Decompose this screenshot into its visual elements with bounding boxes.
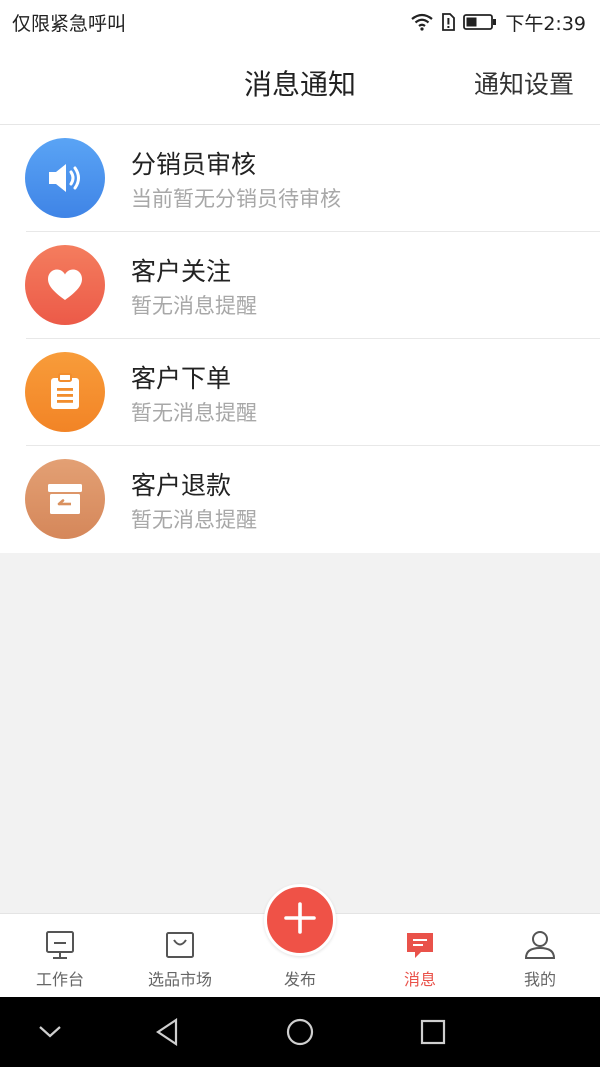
monitor-icon (40, 928, 80, 962)
sim-alert-icon (441, 13, 456, 31)
tab-workbench[interactable]: 工作台 (0, 914, 120, 998)
status-time: 下午2:39 (505, 12, 586, 35)
heart-icon (25, 245, 105, 325)
shopping-bag-icon (160, 928, 200, 962)
notification-title: 分销员审核 (131, 150, 257, 179)
home-icon[interactable] (280, 1012, 320, 1052)
user-icon (520, 928, 560, 962)
notification-settings-button[interactable]: 通知设置 (474, 44, 574, 125)
refund-box-icon (25, 459, 105, 539)
app-header: 消息通知 通知设置 (0, 44, 600, 125)
notification-list: 分销员审核 当前暂无分销员待审核 客户关注 暂无消息提醒 客户下单 暂无消息提醒 (0, 125, 600, 553)
recents-icon[interactable] (413, 1012, 453, 1052)
notification-subtitle: 暂无消息提醒 (131, 508, 257, 532)
notification-title: 客户下单 (131, 364, 232, 393)
notification-subtitle: 暂无消息提醒 (131, 401, 257, 425)
notification-subtitle: 当前暂无分销员待审核 (131, 187, 341, 211)
tab-label: 我的 (523, 970, 556, 989)
clipboard-icon (25, 352, 105, 432)
carrier-text: 仅限紧急呼叫 (12, 12, 127, 35)
chevron-down-icon[interactable] (30, 1012, 70, 1052)
battery-icon (463, 13, 497, 31)
plus-icon (282, 900, 318, 940)
status-icons: 下午2:39 (411, 9, 586, 36)
notification-title: 客户关注 (131, 257, 232, 286)
tab-messages[interactable]: 消息 (360, 914, 480, 998)
notification-title: 客户退款 (131, 471, 232, 500)
message-icon (400, 928, 440, 962)
system-navigation-bar (0, 997, 600, 1067)
back-icon[interactable] (147, 1012, 187, 1052)
tab-label: 工作台 (35, 970, 84, 989)
notification-item-customer-refund[interactable]: 客户退款 暂无消息提醒 (0, 446, 600, 553)
notification-item-distributor-review[interactable]: 分销员审核 当前暂无分销员待审核 (0, 125, 600, 232)
tab-profile[interactable]: 我的 (480, 914, 600, 998)
status-bar: 仅限紧急呼叫 下午2:39 (0, 0, 600, 44)
wifi-icon (411, 13, 434, 31)
speaker-icon (25, 138, 105, 218)
tab-product-market[interactable]: 选品市场 (120, 914, 240, 998)
tab-label: 选品市场 (147, 970, 212, 989)
tab-label: 消息 (403, 970, 436, 989)
notification-item-customer-follow[interactable]: 客户关注 暂无消息提醒 (0, 232, 600, 339)
notification-subtitle: 暂无消息提醒 (131, 294, 257, 318)
publish-button[interactable] (264, 884, 336, 956)
tab-label: 发布 (283, 970, 316, 989)
notification-item-customer-order[interactable]: 客户下单 暂无消息提醒 (0, 339, 600, 446)
